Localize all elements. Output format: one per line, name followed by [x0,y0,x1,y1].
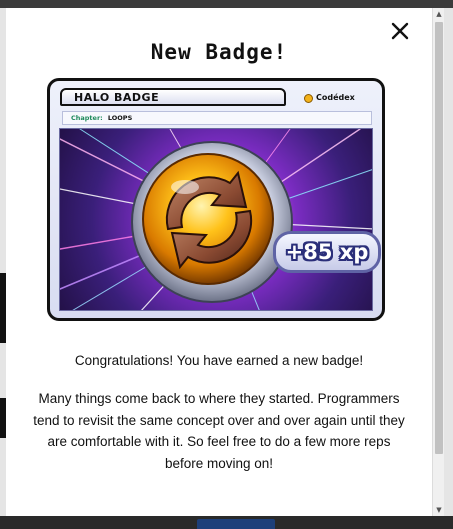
background-page-bottom [0,516,453,529]
badge-name: HALO BADGE [74,91,160,104]
chapter-bar: Chapter: LOOPS [62,111,372,125]
background-page-top [0,0,453,8]
badge-artwork [59,128,373,311]
brand-name: Codédex [316,93,355,102]
scroll-thumb[interactable] [435,22,443,454]
xp-reward-badge: +85 xp [273,231,381,273]
halo-badge-emblem [131,141,293,303]
scroll-down-arrow-icon[interactable]: ▼ [435,506,443,514]
badge-name-tab: HALO BADGE [60,88,286,106]
badge-card: HALO BADGE Codédex Chapter: LOOPS +85 xp [47,78,385,321]
chapter-label: Chapter: [71,114,103,122]
coin-icon [304,93,313,103]
congrats-text: Congratulations! You have earned a new b… [74,353,364,368]
badge-modal: New Badge! HALO BADGE Codédex Chapter: L… [6,8,432,516]
close-button[interactable] [389,20,411,42]
close-icon [391,22,409,40]
modal-scrollbar[interactable]: ▲ ▼ [432,8,444,516]
brand-logo: Codédex [304,91,355,105]
badge-description: Many things come back to where they star… [33,391,405,471]
background-page-right [444,8,453,516]
modal-title: New Badge! [150,40,288,64]
scroll-up-arrow-icon[interactable]: ▲ [435,10,443,18]
chapter-value: LOOPS [107,114,133,122]
